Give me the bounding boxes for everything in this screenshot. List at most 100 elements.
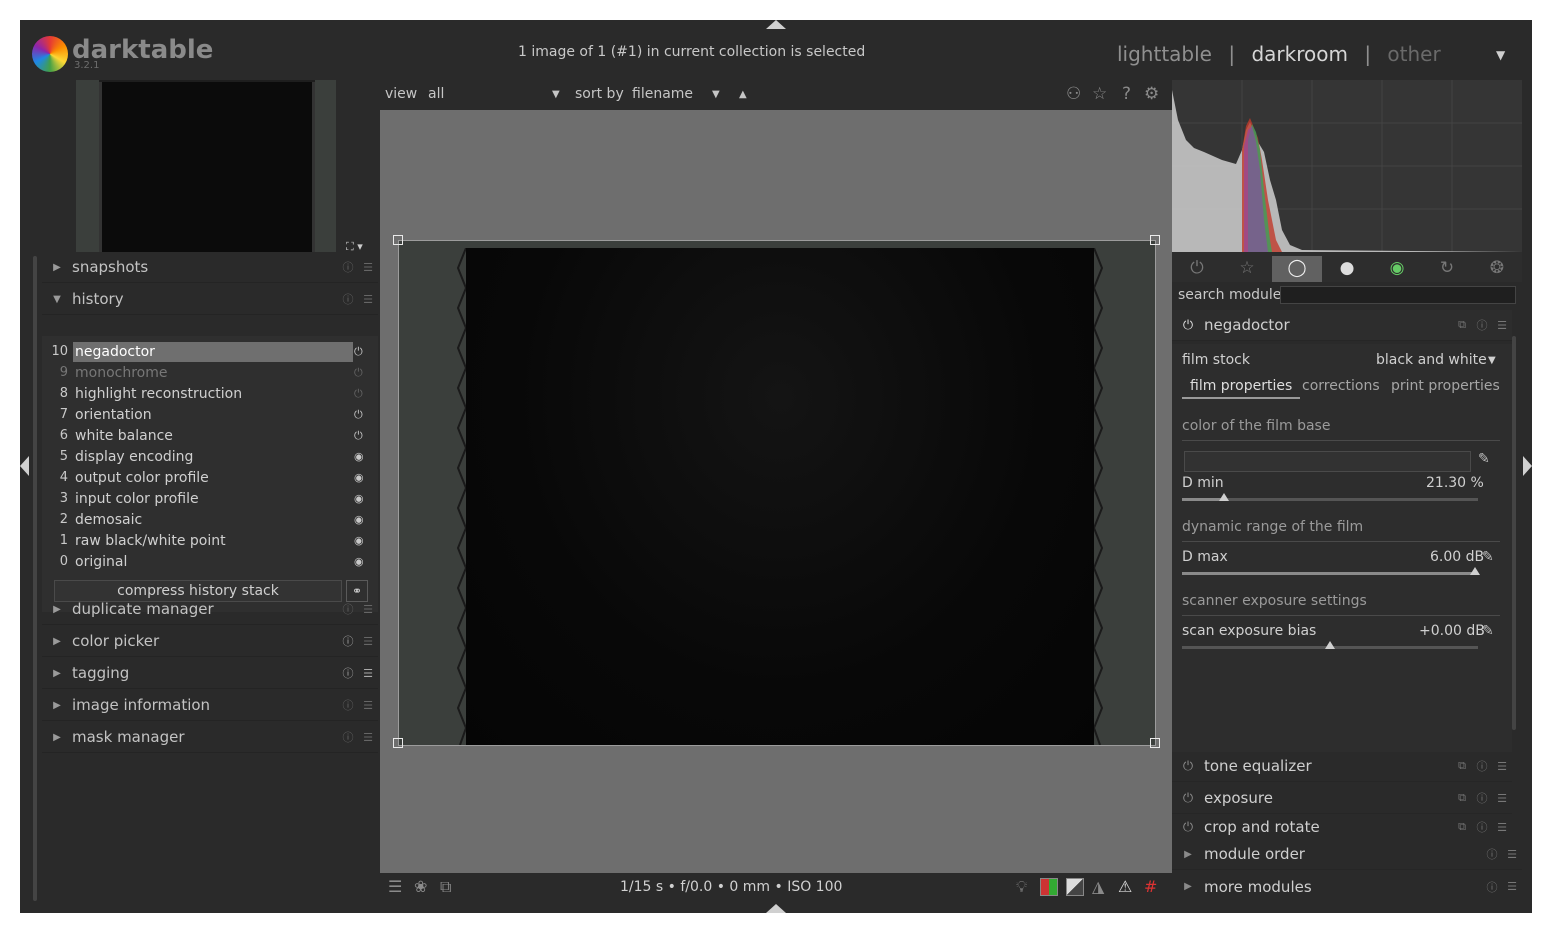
- module-history[interactable]: ▼ history ⓘ ☰: [42, 284, 378, 315]
- film-base-color-swatch[interactable]: [1184, 451, 1471, 472]
- presets-icon[interactable]: ☰: [358, 699, 378, 712]
- left-panel-scrollbar[interactable]: [33, 256, 37, 901]
- view-filter-select[interactable]: all: [428, 86, 444, 102]
- gamut-check-icon[interactable]: [1066, 878, 1084, 896]
- color-picker-icon[interactable]: ✎: [1478, 451, 1490, 467]
- history-item[interactable]: 5 display encoding ◉: [42, 447, 378, 468]
- raw-overexposed-icon[interactable]: #: [1144, 877, 1157, 896]
- reset-icon[interactable]: ⓘ: [338, 729, 358, 745]
- presets-icon[interactable]: ☰: [358, 667, 378, 680]
- history-item[interactable]: 4 output color profile ◉: [42, 468, 378, 489]
- effect-group-tab-icon[interactable]: ❂: [1472, 256, 1522, 282]
- color-picker-icon[interactable]: ✎: [1482, 549, 1494, 565]
- help-icon[interactable]: ?: [1122, 84, 1131, 104]
- second-window-icon[interactable]: ⧉: [440, 877, 451, 897]
- presets-icon[interactable]: ☰: [1492, 792, 1512, 805]
- crop-handle[interactable]: [1150, 738, 1160, 748]
- presets-icon[interactable]: ☰: [1502, 880, 1522, 893]
- more-modules[interactable]: ▶ more modules ⓘ ☰: [1172, 871, 1522, 902]
- presets-icon[interactable]: ☰: [1492, 760, 1512, 773]
- presets-icon[interactable]: ☰: [358, 635, 378, 648]
- quick-access-icon[interactable]: ☰: [388, 877, 402, 896]
- styles-icon[interactable]: ❀: [414, 877, 427, 896]
- bottom-panel-toggle[interactable]: [766, 904, 786, 913]
- history-item[interactable]: 1 raw black/white point ◉: [42, 531, 378, 552]
- module-crop-and-rotate[interactable]: ⏻ crop and rotate ⧉ ⓘ ☰: [1172, 815, 1512, 839]
- color-group-tab-icon[interactable]: ◉: [1372, 256, 1422, 282]
- presets-icon[interactable]: ☰: [358, 261, 378, 274]
- history-item[interactable]: 3 input color profile ◉: [42, 489, 378, 510]
- presets-icon[interactable]: ☰: [358, 293, 378, 306]
- guides-icon[interactable]: ◮: [1092, 877, 1104, 896]
- view-other[interactable]: other: [1387, 42, 1440, 66]
- reset-icon[interactable]: ⓘ: [338, 697, 358, 713]
- module-image-information[interactable]: ▶ image information ⓘ ☰: [42, 690, 378, 721]
- module-tagging[interactable]: ▶ tagging ⓘ ☰: [42, 658, 378, 689]
- reset-icon[interactable]: ⓘ: [1472, 819, 1492, 835]
- tab-film-properties[interactable]: film properties: [1182, 378, 1301, 399]
- module-duplicate-manager[interactable]: ▶ duplicate manager ⓘ ☰: [42, 594, 378, 625]
- module-tone-equalizer[interactable]: ⏻ tone equalizer ⧉ ⓘ ☰: [1172, 751, 1512, 782]
- reset-icon[interactable]: ⓘ: [338, 601, 358, 617]
- basic-group-tab-icon[interactable]: ◯: [1272, 256, 1322, 282]
- history-item[interactable]: 9 monochrome ⏻: [42, 363, 378, 384]
- reset-icon[interactable]: ⓘ: [1472, 758, 1492, 774]
- active-modules-tab-icon[interactable]: ⏻: [1172, 256, 1222, 282]
- sort-dropdown-icon[interactable]: ▼: [712, 89, 720, 100]
- tab-print-properties[interactable]: print properties: [1391, 378, 1500, 394]
- multi-instance-icon[interactable]: ⧉: [1452, 759, 1472, 773]
- view-lighttable[interactable]: lighttable: [1117, 42, 1212, 66]
- presets-icon[interactable]: ☰: [358, 731, 378, 744]
- view-darkroom[interactable]: darkroom: [1251, 42, 1348, 66]
- history-item[interactable]: 0 original ◉: [42, 552, 378, 573]
- softproof-icon[interactable]: [1040, 878, 1058, 896]
- presets-icon[interactable]: ☰: [1502, 848, 1522, 861]
- grouping-icon[interactable]: ⚇: [1066, 84, 1081, 104]
- reset-icon[interactable]: ⓘ: [1482, 879, 1502, 895]
- module-order[interactable]: ▶ module order ⓘ ☰: [1172, 839, 1522, 870]
- module-snapshots[interactable]: ▶ snapshots ⓘ ☰: [42, 252, 378, 283]
- history-item[interactable]: 7 orientation ⏻: [42, 405, 378, 426]
- reset-icon[interactable]: ⓘ: [338, 665, 358, 681]
- tone-group-tab-icon[interactable]: ●: [1322, 256, 1372, 282]
- color-picker-icon[interactable]: ✎: [1482, 623, 1494, 639]
- power-icon[interactable]: ⏻: [1172, 759, 1204, 774]
- reset-icon[interactable]: ⓘ: [338, 291, 358, 307]
- histogram[interactable]: [1172, 80, 1522, 252]
- right-panel-scrollbar[interactable]: [1512, 336, 1516, 730]
- iso12646-bulb-icon[interactable]: 💡︎: [1016, 877, 1027, 897]
- module-mask-manager[interactable]: ▶ mask manager ⓘ ☰: [42, 722, 378, 753]
- gear-icon[interactable]: ⚙: [1144, 84, 1159, 104]
- tab-corrections[interactable]: corrections: [1302, 378, 1380, 394]
- history-item[interactable]: 8 highlight reconstruction ⏻: [42, 384, 378, 405]
- presets-icon[interactable]: ☰: [358, 603, 378, 616]
- power-icon[interactable]: ⏻: [1172, 791, 1204, 806]
- reset-icon[interactable]: ⓘ: [338, 259, 358, 275]
- reset-icon[interactable]: ⓘ: [1472, 317, 1492, 333]
- top-panel-toggle[interactable]: [766, 20, 786, 29]
- correct-group-tab-icon[interactable]: ↻: [1422, 256, 1472, 282]
- presets-icon[interactable]: ☰: [1492, 821, 1512, 834]
- power-icon[interactable]: ⏻: [1172, 820, 1204, 835]
- crop-handle[interactable]: [1150, 235, 1160, 245]
- left-panel-toggle[interactable]: [20, 456, 29, 476]
- views-dropdown-icon[interactable]: ▼: [1496, 48, 1505, 62]
- reset-icon[interactable]: ⓘ: [338, 633, 358, 649]
- presets-icon[interactable]: ☰: [1492, 319, 1512, 332]
- dmax-slider-knob[interactable]: [1470, 567, 1480, 575]
- reset-icon[interactable]: ⓘ: [1482, 846, 1502, 862]
- sort-direction-toggle[interactable]: ▲: [739, 89, 747, 100]
- dmin-slider-knob[interactable]: [1219, 493, 1229, 501]
- history-item[interactable]: 2 demosaic ◉: [42, 510, 378, 531]
- film-stock-select[interactable]: black and white: [1376, 352, 1487, 368]
- module-color-picker[interactable]: ▶ color picker ⓘ ☰: [42, 626, 378, 657]
- star-icon[interactable]: ☆: [1092, 84, 1107, 104]
- film-stock-dropdown-icon[interactable]: ▼: [1488, 355, 1496, 366]
- view-filter-dropdown-icon[interactable]: ▼: [552, 89, 560, 100]
- right-panel-toggle[interactable]: [1523, 456, 1532, 476]
- crop-handle[interactable]: [393, 738, 403, 748]
- sort-select[interactable]: filename: [632, 86, 693, 102]
- multi-instance-icon[interactable]: ⧉: [1452, 820, 1472, 834]
- history-item[interactable]: 10 negadoctor ⏻: [42, 342, 378, 363]
- multi-instance-icon[interactable]: ⧉: [1452, 791, 1472, 805]
